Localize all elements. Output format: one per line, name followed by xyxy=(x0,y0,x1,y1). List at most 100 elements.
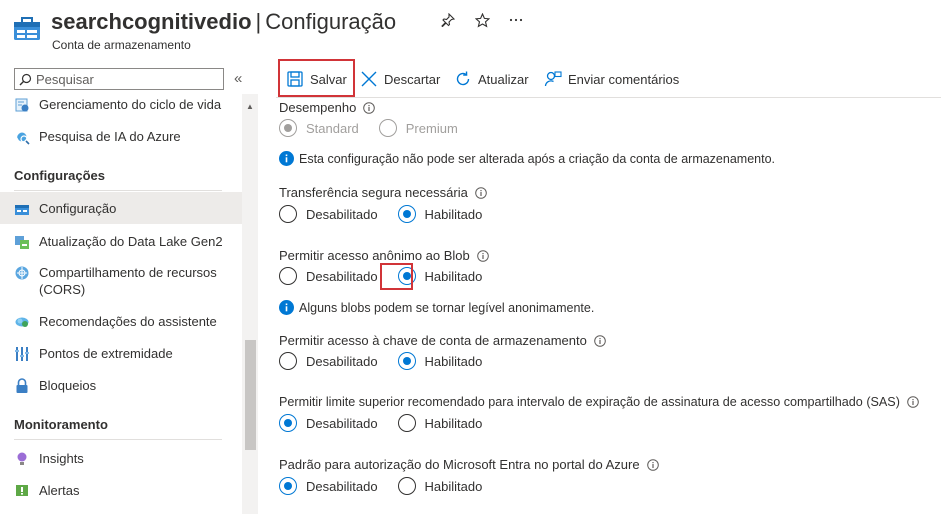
sidebar-item-label: Alertas xyxy=(39,483,80,498)
pin-icon[interactable] xyxy=(440,12,456,28)
advisor-icon xyxy=(15,317,29,327)
sidebar-item-advisor[interactable]: Recomendações do assistente xyxy=(0,313,242,330)
performance-label-text: Desempenho xyxy=(279,100,357,115)
radio-circle xyxy=(279,119,297,137)
sidebar-item-lifecycle[interactable]: Gerenciamento do ciclo de vida xyxy=(0,96,242,113)
sidebar-item-locks[interactable]: Bloqueios xyxy=(0,377,242,394)
sidebar-search[interactable] xyxy=(14,68,224,90)
radio-label: Habilitado xyxy=(424,268,483,284)
radio-circle xyxy=(397,205,416,223)
section-settings-heading: Configurações xyxy=(14,168,106,183)
refresh-button[interactable]: Atualizar xyxy=(454,60,529,98)
sas-expiry-label: Permitir limite superior recomendado par… xyxy=(279,395,919,409)
discard-button[interactable]: Descartar xyxy=(360,60,440,98)
sas-expiry-disabled-radio[interactable]: Desabilitado xyxy=(279,414,378,432)
scrollbar-thumb[interactable] xyxy=(245,340,256,450)
sidebar-item-data-lake[interactable]: Atualização do Data Lake Gen2 xyxy=(0,233,242,250)
star-icon[interactable] xyxy=(474,12,490,28)
cors-icon xyxy=(15,266,29,280)
search-input[interactable] xyxy=(36,71,216,87)
lifecycle-icon xyxy=(15,98,29,112)
sidebar-item-label: Gerenciamento do ciclo de vida xyxy=(39,97,222,112)
sas-expiry-enabled-radio[interactable]: Habilitado xyxy=(397,414,482,432)
feedback-button[interactable]: Enviar comentários xyxy=(544,60,679,98)
info-filled-icon xyxy=(279,300,294,315)
entra-default-label: Padrão para autorização do Microsoft Ent… xyxy=(279,457,659,472)
sidebar-item-label: Insights xyxy=(39,451,84,466)
sidebar-item-configuration[interactable]: Configuração xyxy=(0,192,242,224)
secure-transfer-disabled-radio[interactable]: Desabilitado xyxy=(279,205,378,223)
storage-account-icon xyxy=(14,17,40,40)
search-icon xyxy=(19,73,32,85)
sidebar-nav: Gerenciamento do ciclo de vida Pesquisa … xyxy=(0,94,242,514)
performance-premium-radio[interactable]: Premium xyxy=(378,119,458,137)
ellipsis-icon[interactable] xyxy=(508,12,524,28)
scroll-up-arrow-icon[interactable]: ▲ xyxy=(246,102,254,111)
sidebar-item-endpoints[interactable]: Pontos de extremidade xyxy=(0,345,242,362)
info-icon[interactable] xyxy=(646,458,659,471)
lock-icon xyxy=(16,378,28,393)
radio-label: Desabilitado xyxy=(306,206,378,222)
radio-circle xyxy=(397,352,416,370)
title-separator: | xyxy=(255,9,262,34)
blob-anonymous-disabled-radio[interactable]: Desabilitado xyxy=(279,267,378,285)
refresh-icon xyxy=(456,71,470,86)
save-highlight-box xyxy=(278,59,355,97)
radio-circle xyxy=(279,477,297,495)
radio-label: Desabilitado xyxy=(306,353,378,369)
sidebar-item-cors[interactable]: Compartilhamento de recursos (CORS) xyxy=(0,264,242,298)
refresh-label: Atualizar xyxy=(478,71,529,87)
blade-header: searchcognitivedio | Configuração Conta de… xyxy=(0,0,941,60)
entra-default-enabled-radio[interactable]: Habilitado xyxy=(397,477,483,495)
radio-circle xyxy=(397,477,416,495)
feedback-icon xyxy=(544,71,562,87)
page-title: searchcognitivedio | Configuração xyxy=(51,8,396,36)
radio-label: Premium xyxy=(405,120,458,136)
info-icon[interactable] xyxy=(594,334,606,347)
secure-transfer-label-text: Transferência segura necessária xyxy=(279,185,468,200)
note-text: Alguns blobs podem se tornar legível ano… xyxy=(299,300,595,315)
shared-key-disabled-radio[interactable]: Desabilitado xyxy=(279,352,378,370)
collapse-sidebar-button[interactable]: « xyxy=(234,70,242,87)
entra-default-disabled-radio[interactable]: Desabilitado xyxy=(279,477,378,495)
performance-standard-radio[interactable]: Standard xyxy=(279,119,359,137)
info-icon[interactable] xyxy=(476,249,489,262)
shared-key-enabled-radio[interactable]: Habilitado xyxy=(397,352,482,370)
sidebar-item-label: Configuração xyxy=(39,201,117,216)
entra-default-radio-group: Desabilitado Habilitado xyxy=(279,477,482,495)
info-icon[interactable] xyxy=(907,396,919,408)
info-icon[interactable] xyxy=(363,101,376,114)
alerts-icon xyxy=(16,485,28,496)
sidebar-item-alerts[interactable]: Alertas xyxy=(0,482,242,499)
blob-anonymous-label: Permitir acesso anônimo ao Blob xyxy=(279,248,489,263)
radio-label: Desabilitado xyxy=(306,478,378,494)
info-filled-icon xyxy=(279,151,294,166)
feedback-label: Enviar comentários xyxy=(568,71,680,87)
sidebar-item-label: Pesquisa de IA do Azure xyxy=(39,129,181,144)
radio-label: Habilitado xyxy=(424,478,483,494)
blob-anonymous-note: Alguns blobs podem se tornar legível ano… xyxy=(279,300,594,315)
performance-label: Desempenho xyxy=(279,100,376,115)
blade-title: Configuração xyxy=(265,9,397,34)
radio-circle xyxy=(279,267,297,285)
blob-anonymous-label-text: Permitir acesso anônimo ao Blob xyxy=(279,248,470,263)
radio-label: Desabilitado xyxy=(306,415,378,431)
secure-transfer-enabled-radio[interactable]: Habilitado xyxy=(397,205,483,223)
shared-key-label-text: Permitir acesso à chave de conta de arma… xyxy=(279,333,587,348)
shared-key-label: Permitir acesso à chave de conta de arma… xyxy=(279,333,606,348)
sidebar-scrollbar[interactable] xyxy=(242,94,258,514)
performance-note: Esta configuração não pode ser alterada … xyxy=(279,151,775,166)
discard-label: Descartar xyxy=(384,71,441,87)
note-text: Esta configuração não pode ser alterada … xyxy=(299,151,776,166)
sas-expiry-label-text: Permitir limite superior recomendado par… xyxy=(279,395,900,409)
data-lake-icon xyxy=(15,236,29,249)
radio-label: Desabilitado xyxy=(306,268,378,284)
sidebar-item-label: Pontos de extremidade xyxy=(39,346,173,361)
info-icon[interactable] xyxy=(475,186,487,199)
header-actions xyxy=(440,12,524,28)
sidebar-item-insights[interactable]: Insights xyxy=(0,450,242,467)
radio-circle xyxy=(397,414,416,432)
radio-label: Standard xyxy=(306,120,359,136)
radio-label: Habilitado xyxy=(424,206,483,222)
sidebar-item-ai-search[interactable]: Pesquisa de IA do Azure xyxy=(0,128,242,145)
